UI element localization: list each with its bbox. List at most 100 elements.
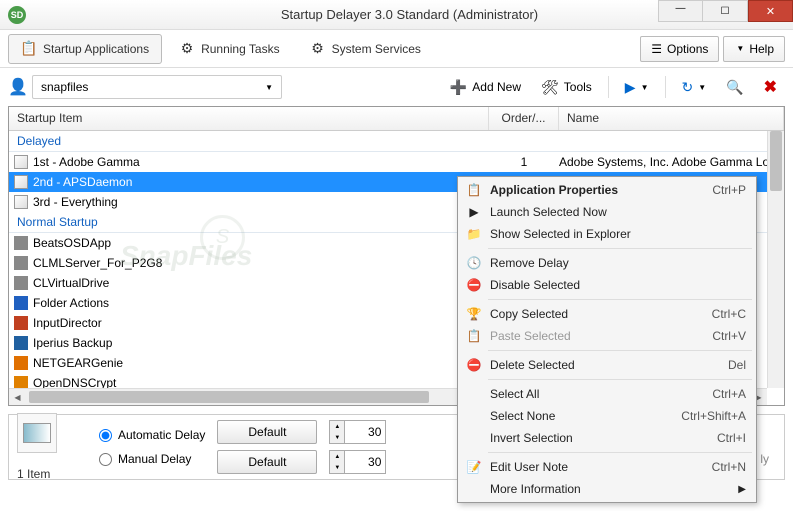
tab-running-tasks[interactable]: ⚙ Running Tasks xyxy=(166,34,293,64)
item-label: 2nd - APSDaemon xyxy=(33,175,489,189)
main-tabs: 📋 Startup Applications ⚙ Running Tasks ⚙… xyxy=(0,30,793,68)
item-label: CLVirtualDrive xyxy=(33,276,489,290)
selection-summary: 1 Item xyxy=(17,413,57,481)
note-icon: 📝 xyxy=(466,459,482,475)
tab-startup-applications[interactable]: 📋 Startup Applications xyxy=(8,34,162,64)
user-dropdown[interactable]: snapfiles ▼ xyxy=(32,75,282,99)
menu-item-show-selected-in-explorer[interactable]: 📁Show Selected in Explorer xyxy=(460,223,754,245)
group-delayed[interactable]: Delayed xyxy=(9,131,784,152)
menu-item-launch-selected-now[interactable]: ▶Launch Selected Now xyxy=(460,201,754,223)
close-panel-button[interactable]: ✖ xyxy=(756,77,785,97)
app-icon xyxy=(13,375,29,388)
menu-item-copy-selected[interactable]: 🏆Copy SelectedCtrl+C xyxy=(460,303,754,325)
column-order[interactable]: Order/... xyxy=(489,107,559,130)
delete-icon: ⛔ xyxy=(466,357,482,373)
default-button-2[interactable]: Default xyxy=(217,450,317,474)
spinner-2[interactable]: ▲▼ xyxy=(329,450,386,474)
menu-item-more-information[interactable]: More Information▶ xyxy=(460,478,754,500)
column-name[interactable]: Name xyxy=(559,107,784,130)
menu-separator xyxy=(488,379,752,380)
radio-automatic-delay[interactable]: Automatic Delay xyxy=(99,428,205,442)
context-menu: 📋Application PropertiesCtrl+P▶Launch Sel… xyxy=(457,176,757,503)
app-icon xyxy=(13,355,29,371)
add-new-button[interactable]: ➕ Add New xyxy=(442,74,529,101)
menu-separator xyxy=(488,452,752,453)
column-startup-item[interactable]: Startup Item xyxy=(9,107,489,130)
menu-label: Disable Selected xyxy=(490,278,580,292)
spin-down-icon[interactable]: ▼ xyxy=(330,462,344,473)
help-label: Help xyxy=(749,42,774,56)
menu-label: Paste Selected xyxy=(490,329,571,343)
maximize-button[interactable] xyxy=(703,0,748,22)
spin-up-icon[interactable]: ▲ xyxy=(330,451,344,462)
tab-label: System Services xyxy=(332,42,421,56)
add-new-label: Add New xyxy=(472,80,521,94)
startup-icon: 📋 xyxy=(21,41,37,57)
menu-item-select-none[interactable]: Select NoneCtrl+Shift+A xyxy=(460,405,754,427)
minimize-button[interactable] xyxy=(658,0,703,22)
spinner-input[interactable] xyxy=(345,425,385,439)
menu-item-edit-user-note[interactable]: 📝Edit User NoteCtrl+N xyxy=(460,456,754,478)
refresh-button[interactable]: ↻▼ xyxy=(674,74,715,101)
delay-mode-radios: Automatic Delay Manual Delay xyxy=(99,428,205,466)
options-label: Options xyxy=(667,42,708,56)
menu-label: More Information xyxy=(490,482,581,496)
scroll-left-icon[interactable]: ◀ xyxy=(9,389,26,405)
menu-item-disable-selected[interactable]: ⛔ Disable Selected xyxy=(460,274,754,296)
menu-item-invert-selection[interactable]: Invert SelectionCtrl+I xyxy=(460,427,754,449)
options-button[interactable]: ☰ Options xyxy=(640,36,719,62)
spinners: ▲▼ ▲▼ xyxy=(329,420,386,474)
plus-icon: ➕ xyxy=(450,79,467,96)
chevron-down-icon: ▼ xyxy=(265,83,273,92)
apply-fragment: ly xyxy=(760,452,769,466)
item-label: BeatsOSDApp xyxy=(33,236,489,250)
scrollbar-thumb[interactable] xyxy=(770,131,782,191)
item-name: Adobe Systems, Inc. Adobe Gamma Lo xyxy=(559,155,780,169)
app-icon xyxy=(13,235,29,251)
menu-item-application-properties[interactable]: 📋Application PropertiesCtrl+P xyxy=(460,179,754,201)
menu-label: Launch Selected Now xyxy=(490,205,607,219)
radio-label: Automatic Delay xyxy=(118,428,205,442)
default-button-1[interactable]: Default xyxy=(217,420,317,444)
titlebar: SD Startup Delayer 3.0 Standard (Adminis… xyxy=(0,0,793,30)
scrollbar-thumb[interactable] xyxy=(29,391,429,403)
menu-shortcut: Del xyxy=(728,358,746,372)
radio-input[interactable] xyxy=(99,453,112,466)
close-button[interactable] xyxy=(748,0,793,22)
menu-item-select-all[interactable]: Select AllCtrl+A xyxy=(460,383,754,405)
spinner-input[interactable] xyxy=(345,455,385,469)
radio-manual-delay[interactable]: Manual Delay xyxy=(99,452,205,466)
app-icon xyxy=(13,255,29,271)
tab-system-services[interactable]: ⚙ System Services xyxy=(297,34,434,64)
menu-shortcut: Ctrl+A xyxy=(712,387,746,401)
menu-item-delete-selected[interactable]: ⛔Delete SelectedDel xyxy=(460,354,754,376)
window-controls xyxy=(658,0,793,22)
play-icon: ▶ xyxy=(625,79,636,96)
menu-shortcut: Ctrl+Shift+A xyxy=(681,409,746,423)
item-order: 1 xyxy=(489,155,559,169)
app-icon xyxy=(13,194,29,210)
menu-shortcut: Ctrl+C xyxy=(712,307,746,321)
item-label: 1st - Adobe Gamma xyxy=(33,155,489,169)
spinner-1[interactable]: ▲▼ xyxy=(329,420,386,444)
play-button[interactable]: ▶▼ xyxy=(617,74,657,101)
app-icon xyxy=(13,335,29,351)
app-icon xyxy=(13,275,29,291)
spin-up-icon[interactable]: ▲ xyxy=(330,421,344,432)
list-row[interactable]: 1st - Adobe Gamma1Adobe Systems, Inc. Ad… xyxy=(9,152,784,172)
tools-button[interactable]: 🛠 Tools xyxy=(533,74,600,101)
item-label: Folder Actions xyxy=(33,296,489,310)
default-buttons: Default Default xyxy=(217,420,317,474)
disable-icon: ⛔ xyxy=(466,277,482,293)
item-preview-icon xyxy=(17,413,57,453)
spin-down-icon[interactable]: ▼ xyxy=(330,432,344,443)
help-button[interactable]: ▼ Help xyxy=(723,36,785,62)
clock-icon: 🕓 xyxy=(466,255,482,271)
services-icon: ⚙ xyxy=(310,41,326,57)
menu-item-remove-delay[interactable]: 🕓Remove Delay xyxy=(460,252,754,274)
action-toolbar: 👤 snapfiles ▼ ➕ Add New 🛠 Tools ▶▼ ↻▼ 🔍 … xyxy=(0,68,793,106)
search-button[interactable]: 🔍 xyxy=(718,74,751,101)
vertical-scrollbar[interactable] xyxy=(767,131,784,388)
item-label: NETGEARGenie xyxy=(33,356,489,370)
radio-input[interactable] xyxy=(99,429,112,442)
